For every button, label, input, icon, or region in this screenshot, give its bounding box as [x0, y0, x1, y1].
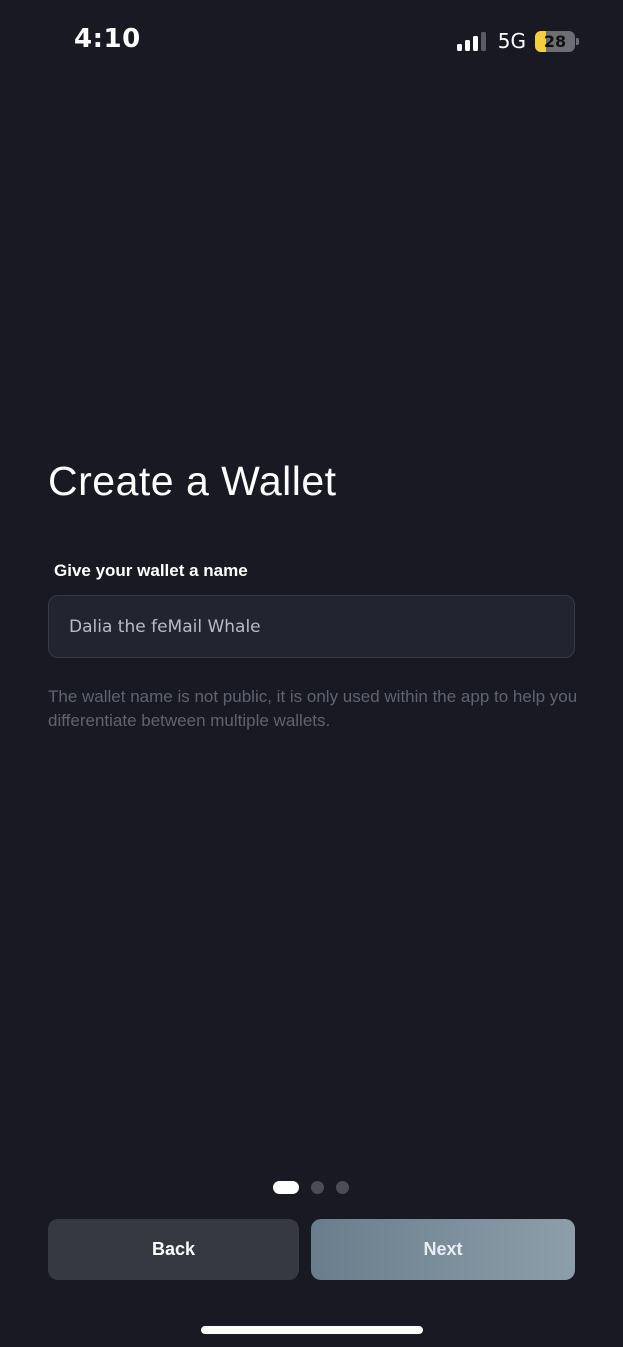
- wallet-name-label: Give your wallet a name: [54, 561, 248, 580]
- battery-level: 28: [543, 31, 567, 51]
- battery-icon: 28: [535, 30, 579, 52]
- pager-dot: [336, 1181, 349, 1194]
- next-button[interactable]: Next: [311, 1219, 575, 1280]
- network-type: 5G: [497, 29, 526, 53]
- create-wallet-screen: 4:10 5G 28 Create a Wallet Give your wal…: [0, 0, 623, 1347]
- cellular-signal-icon: [456, 31, 486, 51]
- wallet-name-help-text: The wallet name is not public, it is onl…: [48, 687, 578, 730]
- back-button[interactable]: Back: [48, 1219, 299, 1280]
- status-time: 4:10: [74, 24, 141, 54]
- status-indicators: 5G 28: [456, 29, 579, 53]
- page-title: Create a Wallet: [48, 458, 337, 504]
- pager-dot-active: [273, 1181, 299, 1194]
- step-pager: [273, 1181, 349, 1194]
- wallet-name-input[interactable]: [48, 595, 575, 658]
- pager-dot: [311, 1181, 324, 1194]
- home-indicator[interactable]: [201, 1326, 423, 1334]
